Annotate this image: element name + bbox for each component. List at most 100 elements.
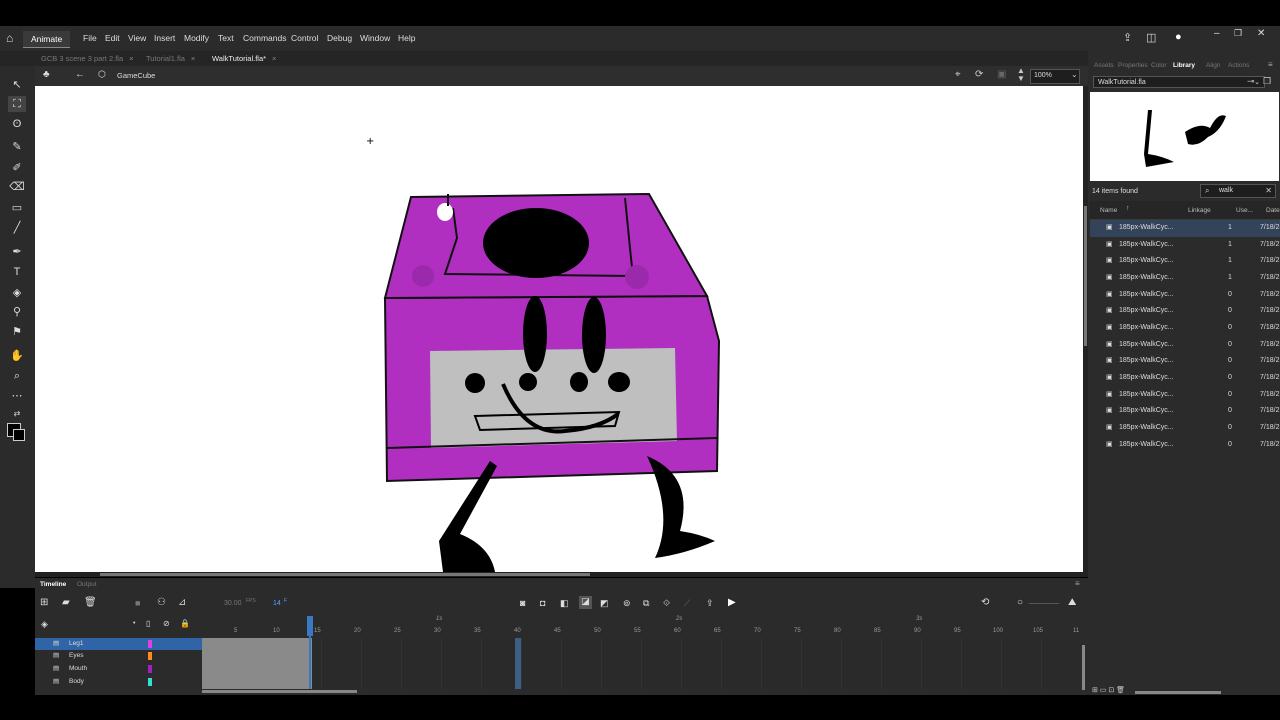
close-icon[interactable]: ✕ <box>1257 28 1265 39</box>
tab-gcb3[interactable]: GCB 3 scene 3 part 2.fla × <box>41 54 134 63</box>
library-item[interactable]: ▣ 185px-WalkCyc... 0 7/18/2 <box>1090 403 1280 420</box>
pin-library-icon[interactable]: ⊸ <box>1247 76 1255 87</box>
loop-icon[interactable]: ⟲ <box>981 597 989 608</box>
test-movie-icon[interactable]: ● <box>1175 31 1182 43</box>
tab-properties[interactable]: Properties <box>1118 62 1148 69</box>
layer-name[interactable]: Leg1 <box>69 640 83 647</box>
stage[interactable]: + <box>35 86 1083 572</box>
tab-tutorial1[interactable]: Tutorial1.fla × <box>146 54 195 63</box>
camera-icon[interactable]: ■ <box>135 598 140 608</box>
minimize-icon[interactable]: – <box>1214 28 1220 39</box>
column-use-count[interactable]: Use... <box>1236 207 1253 214</box>
menu-help[interactable]: Help <box>398 33 415 43</box>
menu-debug[interactable]: Debug <box>327 33 352 43</box>
close-tab-icon[interactable]: × <box>272 54 276 63</box>
tab-library[interactable]: Library <box>1173 62 1195 69</box>
lock-icon[interactable]: 🔒 <box>180 619 190 628</box>
outline-icon[interactable]: ▯ <box>146 619 150 628</box>
library-item[interactable]: ▣ 185px-WalkCyc... 0 7/18/2 <box>1090 353 1280 370</box>
column-linkage[interactable]: Linkage <box>1188 207 1211 214</box>
back-arrow-icon[interactable]: ← <box>75 69 85 80</box>
layer-row-mouth[interactable]: ▤ Mouth <box>35 663 202 675</box>
brush-tool-icon[interactable]: ✐ <box>8 160 26 176</box>
delete-layer-icon[interactable]: 🗑 <box>84 597 97 608</box>
create-tween-icon[interactable]: ⊚ <box>623 598 631 609</box>
library-item[interactable]: ▣ 185px-WalkCyc... 1 7/18/2 <box>1090 220 1280 237</box>
workspace-icon[interactable]: ◫ <box>1146 31 1156 44</box>
tab-actions[interactable]: Actions <box>1228 62 1249 69</box>
swap-colors-icon[interactable]: ⇄ <box>8 406 26 422</box>
menu-view[interactable]: View <box>128 33 146 43</box>
layer-row-body[interactable]: ▤ Body <box>35 676 202 688</box>
library-file-select[interactable]: WalkTutorial.fla ⌄ <box>1093 76 1265 88</box>
more-tools-icon[interactable]: ⋯ <box>8 388 26 404</box>
pin-tool-icon[interactable]: ⚑ <box>8 324 26 340</box>
scroll-thumb[interactable] <box>1084 206 1087 346</box>
menu-window[interactable]: Window <box>360 33 390 43</box>
layer-name[interactable]: Eyes <box>69 652 83 659</box>
tab-output[interactable]: Output <box>77 581 97 588</box>
insert-keyframe-icon[interactable]: ◙ <box>520 598 525 608</box>
export-icon[interactable]: ⇪ <box>706 598 714 609</box>
line-tool-icon[interactable]: ╱ <box>8 220 26 236</box>
layer-name[interactable]: Mouth <box>69 665 87 672</box>
menu-text[interactable]: Text <box>218 33 234 43</box>
fill-color-swatch[interactable] <box>13 429 25 441</box>
classic-tween-icon[interactable]: ⟋ <box>684 598 690 609</box>
layer-color-swatch[interactable] <box>148 652 152 660</box>
library-item[interactable]: ▣ 185px-WalkCyc... 1 7/18/2 <box>1090 270 1280 287</box>
playhead[interactable] <box>307 616 313 689</box>
layer-row-leg1[interactable]: ▤ Leg1 <box>35 638 202 650</box>
clip-icon[interactable]: ▣ <box>997 69 1006 80</box>
menu-modify[interactable]: Modify <box>184 33 209 43</box>
breadcrumb-symbol[interactable]: GameCube <box>117 71 155 80</box>
layer-color-swatch[interactable] <box>148 665 152 673</box>
layer-depth-icon[interactable]: ⊿ <box>178 597 186 608</box>
paint-bucket-tool-icon[interactable]: ◈ <box>8 285 26 301</box>
tab-assets[interactable]: Assets <box>1094 62 1114 69</box>
library-item[interactable]: ▣ 185px-WalkCyc... 1 7/18/2 <box>1090 253 1280 270</box>
close-tab-icon[interactable]: × <box>129 54 133 63</box>
fps-value[interactable]: 30.00 <box>224 600 242 607</box>
zoom-stepper-icon[interactable]: ▲ ▼ <box>1017 67 1025 83</box>
zoom-slider-handle[interactable]: ○ <box>1017 597 1023 608</box>
fit-timeline-icon[interactable]: ⛰ <box>1068 597 1076 608</box>
column-name[interactable]: Name <box>1100 207 1117 214</box>
library-item[interactable]: ▣ 185px-WalkCyc... 0 7/18/2 <box>1090 337 1280 354</box>
highlight-layers-icon[interactable]: • <box>133 620 135 627</box>
timeline-horizontal-scrollbar[interactable] <box>202 690 357 693</box>
stage-horizontal-scrollbar[interactable] <box>35 572 1083 577</box>
library-horizontal-scrollbar[interactable] <box>1135 691 1221 694</box>
timeline-vertical-scrollbar[interactable] <box>1082 645 1085 690</box>
play-icon[interactable]: ▶ <box>728 597 736 608</box>
library-item[interactable]: ▣ 185px-WalkCyc... 0 7/18/2 <box>1090 420 1280 437</box>
current-frame[interactable]: 14 <box>273 600 281 607</box>
frame-grid[interactable] <box>202 638 1080 689</box>
filled-frames[interactable] <box>202 638 312 689</box>
layer-row-eyes[interactable]: ▤ Eyes <box>35 650 202 662</box>
library-item[interactable]: ▣ 185px-WalkCyc... 0 7/18/2 <box>1090 370 1280 387</box>
tab-walktutorial[interactable]: WalkTutorial.fla* × <box>212 54 276 63</box>
menu-edit[interactable]: Edit <box>105 33 120 43</box>
rotate-stage-icon[interactable]: ⟳ <box>975 69 983 80</box>
panel-menu-icon[interactable]: ≡ <box>1268 60 1273 69</box>
new-layer-icon[interactable]: ⊞ <box>40 597 48 608</box>
onion-skin-icon[interactable]: ◪ <box>579 596 592 609</box>
rectangle-tool-icon[interactable]: ▭ <box>8 200 26 216</box>
parenting-icon[interactable]: ⚇ <box>157 597 166 608</box>
layer-color-swatch[interactable] <box>148 678 152 686</box>
layer-color-swatch[interactable] <box>148 640 152 648</box>
shape-tween-icon[interactable]: ⟐ <box>663 598 670 609</box>
library-item[interactable]: ▣ 185px-WalkCyc... 0 7/18/2 <box>1090 287 1280 304</box>
tab-color[interactable]: Color <box>1151 62 1167 69</box>
new-folder-icon[interactable]: ▰ <box>62 597 70 608</box>
zoom-tool-icon[interactable]: ⌕ <box>8 368 26 384</box>
layer-name[interactable]: Body <box>69 678 84 685</box>
zoom-slider-track[interactable] <box>1029 603 1059 604</box>
menu-file[interactable]: File <box>83 33 97 43</box>
hand-tool-icon[interactable]: ✋ <box>8 348 26 364</box>
eyedropper-tool-icon[interactable]: ⚲ <box>8 304 26 320</box>
chevron-down-icon[interactable]: ⌄ <box>1071 70 1078 79</box>
hide-icon[interactable]: ⊘ <box>163 619 170 628</box>
maximize-icon[interactable]: ❐ <box>1234 28 1242 39</box>
